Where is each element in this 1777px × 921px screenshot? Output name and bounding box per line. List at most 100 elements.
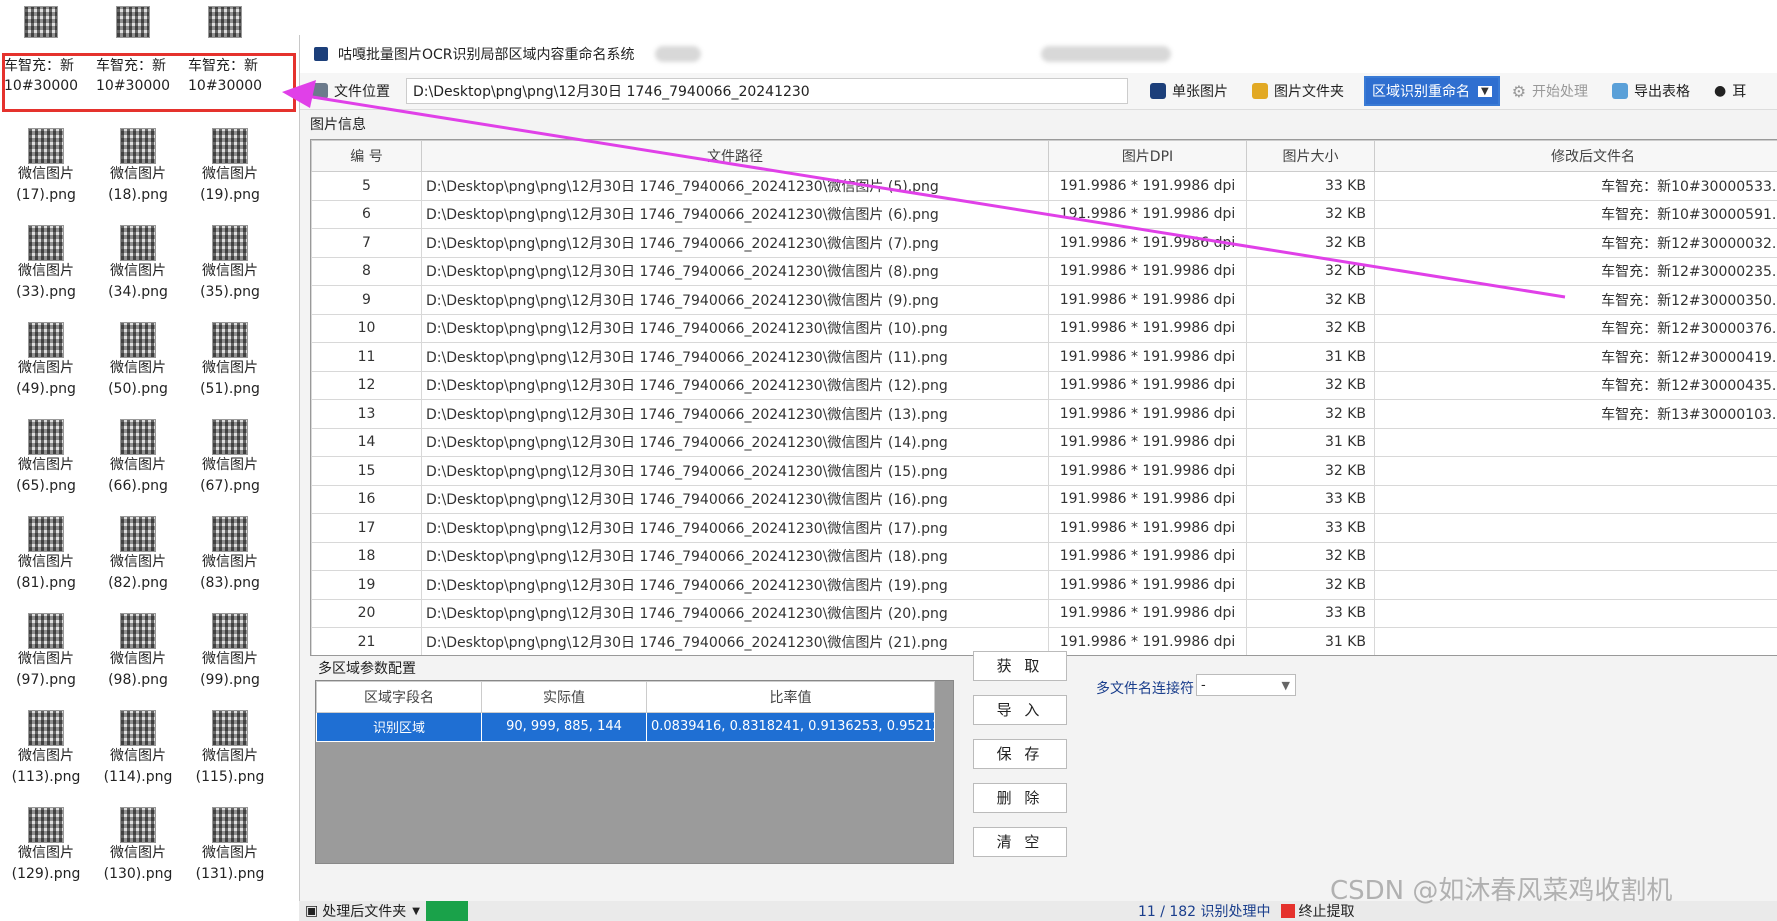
id-cell: 18 [311, 541, 422, 571]
dpi-cell: 191.9986 * 191.9986 dpi [1048, 342, 1247, 372]
desktop-file-icon[interactable]: 微信图片 (34).png [92, 225, 184, 303]
desktop-file-icon[interactable]: 微信图片 (113).png [0, 710, 92, 788]
field-name-cell[interactable]: 识别区域 [316, 712, 482, 742]
file-name-line2: (99).png [200, 672, 260, 688]
clear-button[interactable]: 清 空 [973, 827, 1067, 857]
actual-value-cell[interactable]: 90, 999, 885, 144 [481, 712, 647, 742]
path-cell: D:\Desktop\png\png\12月30日 1746_7940066_2… [421, 399, 1049, 429]
desktop-file-icon[interactable]: 微信图片 (49).png [0, 322, 92, 400]
start-processing-button[interactable]: ⚙ 开始处理 [1500, 76, 1600, 106]
qr-thumbnail [212, 225, 248, 261]
column-header[interactable]: 比率值 [646, 681, 935, 713]
image-info-title: 图片信息 [310, 117, 366, 133]
table-row[interactable]: 20 D:\Desktop\png\png\12月30日 1746_7940066… [311, 598, 1777, 628]
desktop-file-icon[interactable]: 微信图片 (99).png [184, 613, 276, 691]
desktop-file-icon[interactable]: 微信图片 (129).png [0, 807, 92, 885]
table-row[interactable]: 18 D:\Desktop\png\png\12月30日 1746_7940066… [311, 541, 1777, 571]
param-row-selected[interactable]: 识别区域 90, 999, 885, 144 0.0839416, 0.8318… [316, 712, 935, 742]
image-folder-button[interactable]: 图片文件夹 [1240, 76, 1356, 106]
export-table-button[interactable]: 导出表格 [1600, 76, 1702, 106]
qr-thumbnail [28, 322, 64, 358]
table-row[interactable]: 12 D:\Desktop\png\png\12月30日 1746_7940066… [311, 370, 1777, 400]
extra-button[interactable]: ● 耳 [1702, 76, 1758, 106]
column-header[interactable]: 修改后文件名 [1374, 140, 1777, 172]
file-name-line2: (35).png [200, 284, 260, 300]
qr-thumbnail [120, 710, 156, 746]
desktop-file-icon[interactable]: 微信图片 (98).png [92, 613, 184, 691]
size-cell: 31 KB [1246, 342, 1375, 372]
qr-thumbnail[interactable] [116, 6, 150, 38]
dpi-cell: 191.9986 * 191.9986 dpi [1048, 285, 1247, 315]
desktop-file-icon[interactable]: 微信图片 (114).png [92, 710, 184, 788]
column-header[interactable]: 编 号 [311, 140, 422, 172]
file-name-line2: (98).png [108, 672, 168, 688]
new-name-cell [1374, 627, 1777, 655]
desktop-file-icon[interactable]: 微信图片 (130).png [92, 807, 184, 885]
desktop-file-icon[interactable]: 微信图片 (18).png [92, 128, 184, 206]
column-header[interactable]: 文件路径 [421, 140, 1049, 172]
table-row[interactable]: 9 D:\Desktop\png\png\12月30日 1746_7940066_… [311, 285, 1777, 315]
desktop-file-icon[interactable]: 微信图片 (65).png [0, 419, 92, 497]
file-name-line2: (113).png [11, 769, 81, 785]
desktop-file-icon[interactable]: 微信图片 (33).png [0, 225, 92, 303]
column-header[interactable]: 实际值 [481, 681, 647, 713]
joiner-select[interactable]: - ▼ [1196, 674, 1296, 696]
desktop-file-icon[interactable]: 微信图片 (115).png [184, 710, 276, 788]
file-name-line1: 微信图片 [202, 263, 258, 279]
table-row[interactable]: 16 D:\Desktop\png\png\12月30日 1746_7940066… [311, 484, 1777, 514]
desktop-file-icon[interactable]: 微信图片 (81).png [0, 516, 92, 594]
window-title: 咕嘎批量图片OCR识别局部区域内容重命名系统 [338, 47, 635, 63]
desktop-file-icon[interactable]: 微信图片 (97).png [0, 613, 92, 691]
column-header[interactable]: 图片DPI [1048, 140, 1247, 172]
desktop-file-icon[interactable]: 微信图片 (131).png [184, 807, 276, 885]
dpi-cell: 191.9986 * 191.9986 dpi [1048, 256, 1247, 286]
desktop-file-icon[interactable]: 微信图片 (17).png [0, 128, 92, 206]
size-cell: 33 KB [1246, 598, 1375, 628]
qr-thumbnail[interactable] [24, 6, 58, 38]
desktop-file-icon[interactable]: 微信图片 (35).png [184, 225, 276, 303]
desktop-file-icon[interactable]: 微信图片 (82).png [92, 516, 184, 594]
table-row[interactable]: 5 D:\Desktop\png\png\12月30日 1746_7940066_… [311, 171, 1777, 201]
path-cell: D:\Desktop\png\png\12月30日 1746_7940066_2… [421, 541, 1049, 571]
ratio-value-cell[interactable]: 0.0839416, 0.8318241, 0.9136253, 0.95213… [646, 712, 935, 742]
desktop-file-icon[interactable]: 微信图片 (66).png [92, 419, 184, 497]
highlight-box [2, 53, 296, 112]
single-image-button[interactable]: 单张图片 [1138, 76, 1240, 106]
path-cell: D:\Desktop\png\png\12月30日 1746_7940066_2… [421, 342, 1049, 372]
table-row[interactable]: 13 D:\Desktop\png\png\12月30日 1746_7940066… [311, 399, 1777, 429]
fetch-button[interactable]: 获 取 [973, 651, 1067, 681]
desktop-file-icon[interactable]: 微信图片 (51).png [184, 322, 276, 400]
desktop-file-icon[interactable]: 微信图片 (19).png [184, 128, 276, 206]
file-location-button[interactable]: 文件位置 [300, 76, 402, 106]
table-row[interactable]: 8 D:\Desktop\png\png\12月30日 1746_7940066_… [311, 256, 1777, 286]
desktop-file-icon[interactable]: 微信图片 (67).png [184, 419, 276, 497]
file-name-line1: 微信图片 [18, 651, 74, 667]
column-header[interactable]: 图片大小 [1246, 140, 1375, 172]
table-row[interactable]: 11 D:\Desktop\png\png\12月30日 1746_7940066… [311, 342, 1777, 372]
table-row[interactable]: 6 D:\Desktop\png\png\12月30日 1746_7940066_… [311, 199, 1777, 229]
qr-thumbnail[interactable] [208, 6, 242, 38]
path-input[interactable]: D:\Desktop\png\png\12月30日 1746_7940066_2… [406, 78, 1128, 104]
mode-select[interactable]: 区域识别重命名 ▼ [1364, 76, 1500, 106]
id-cell: 5 [311, 171, 422, 201]
desktop-file-icon[interactable]: 微信图片 (50).png [92, 322, 184, 400]
import-button[interactable]: 导 入 [973, 695, 1067, 725]
params-area: 多区域参数配置 区域字段名 实际值 比率值 识别区域 90, 999, 885,… [310, 651, 1777, 886]
table-row[interactable]: 7 D:\Desktop\png\png\12月30日 1746_7940066_… [311, 228, 1777, 258]
table-row[interactable]: 17 D:\Desktop\png\png\12月30日 1746_7940066… [311, 513, 1777, 543]
table-row[interactable]: 15 D:\Desktop\png\png\12月30日 1746_7940066… [311, 456, 1777, 486]
chevron-down-icon[interactable]: ▼ [412, 906, 420, 917]
table-row[interactable]: 10 D:\Desktop\png\png\12月30日 1746_7940066… [311, 313, 1777, 343]
table-row[interactable]: 19 D:\Desktop\png\png\12月30日 1746_7940066… [311, 570, 1777, 600]
path-cell: D:\Desktop\png\png\12月30日 1746_7940066_2… [421, 256, 1049, 286]
output-folder-button[interactable]: 处理后文件夹 [322, 901, 406, 921]
joiner-label: 多文件名连接符 [1096, 681, 1194, 697]
delete-button[interactable]: 删 除 [973, 783, 1067, 813]
qr-thumbnail [120, 516, 156, 552]
table-row[interactable]: 14 D:\Desktop\png\png\12月30日 1746_7940066… [311, 427, 1777, 457]
qr-thumbnail [212, 419, 248, 455]
column-header[interactable]: 区域字段名 [316, 681, 482, 713]
save-button[interactable]: 保 存 [973, 739, 1067, 769]
desktop-file-icon[interactable]: 微信图片 (83).png [184, 516, 276, 594]
qr-thumbnail [28, 516, 64, 552]
